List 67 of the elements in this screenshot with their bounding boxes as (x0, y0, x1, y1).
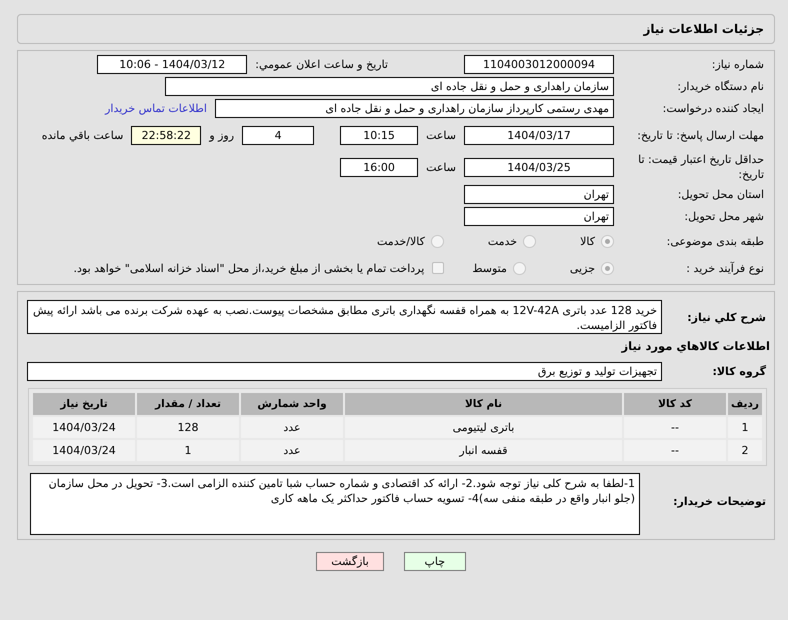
field-label: مهلت ارسال پاسخ: تا تاریخ: (636, 128, 765, 142)
field-label: نام دستگاه خریدار: (676, 79, 765, 94)
back-button[interactable]: بازگشت (316, 552, 384, 571)
field-label: حداقل تاریخ اعتبار قیمت: تا تاریخ: (637, 152, 765, 182)
radio-button[interactable] (601, 262, 614, 274)
radio-button[interactable] (523, 234, 536, 248)
column-header: تعداد / مقدار (137, 393, 239, 415)
field-label: روز و (209, 128, 234, 142)
option-label: خدمت (488, 234, 518, 248)
province-field: تهران (464, 185, 614, 204)
field-label: توضیحات خریدار: (672, 494, 767, 508)
time-field: 16:00 (340, 158, 418, 176)
checkbox[interactable] (432, 262, 444, 274)
table-cell: 1404/03/24 (33, 417, 135, 438)
need-number-field: 1104003012000094 (464, 55, 614, 74)
field-label: شهر محل تحویل: (683, 209, 765, 224)
field-label: شرح کلي نياز: (686, 310, 767, 324)
table-cell: قفسه انبار (345, 440, 622, 461)
field-label: گروه کالا: (711, 365, 767, 378)
table-cell: 1404/03/24 (33, 440, 135, 461)
field-label: تاریخ و ساعت اعلان عمومي: (255, 58, 388, 71)
field-label: شماره نیاز: (710, 57, 765, 72)
option-label: کالا/خدمت (377, 234, 425, 248)
option-label: کالا (580, 234, 595, 248)
field-label: ساعت (426, 160, 456, 174)
table-cell: عدد (241, 440, 343, 461)
table-cell: -- (624, 417, 726, 438)
option-label: جزیی (570, 262, 595, 274)
option-label: متوسط (472, 262, 507, 274)
table-cell: 1 (728, 417, 762, 438)
field-label: استان محل تحویل: (676, 187, 765, 202)
payment-note: پرداخت تمام یا بخشی از مبلغ خرید،از محل "اسناد خزانه اسلامی" خواهد بود. (74, 262, 424, 274)
column-header: تاریخ نیاز (33, 393, 135, 415)
table-cell: 1 (137, 440, 239, 461)
column-header: ردیف (728, 393, 762, 415)
column-header: واحد شمارش (241, 393, 343, 415)
contact-link[interactable]: اطلاعات تماس خریدار (105, 102, 207, 115)
announce-date-field: 1404/03/12 - 10:06 (97, 55, 248, 74)
field-label: ایجاد کننده درخواست: (662, 101, 765, 116)
print-button[interactable]: چاپ (404, 552, 466, 571)
field-label: ساعت (426, 128, 456, 142)
radio-button[interactable] (601, 234, 614, 248)
notes-field[interactable]: 1-لطفا به شرح کلی نیاز توجه شود.2- ارائه کد اقتصادی و شماره حساب شبا تامین کننده الزامی است.3- تحویل در محل سازمان (جلو انبار واقع در طبقه منفی سه)4- تسویه حساب فاکتور حداکثر یک ماهه کاری (30, 473, 640, 535)
field-label: نوع فرآیند خرید : (685, 260, 765, 276)
page-title: جزئیات اطلاعات نیاز (643, 22, 764, 36)
goods-group-field: تجهیزات تولید و توزیع برق (27, 362, 662, 381)
column-header: کد کالا (624, 393, 726, 415)
radio-button[interactable] (430, 234, 444, 248)
table-cell: عدد (241, 417, 343, 438)
date-field: 1404/03/17 (464, 126, 614, 144)
description-field[interactable]: خرید 128 عدد باتری 12V-42A به همراه قفسه نگهداری باتری مطابق مشخصات پیوست.نصب به عهده شرکت برنده می باشد ارائه پیش فاکتور الزامیست. (27, 300, 662, 334)
table-cell: -- (624, 440, 726, 461)
radio-button[interactable] (512, 262, 526, 274)
table-cell: 2 (728, 440, 762, 461)
column-header: نام کالا (345, 393, 622, 415)
date-field: 1404/03/25 (464, 158, 614, 176)
field-label: ساعت باقي مانده (42, 128, 124, 142)
section-title: اطلاعات کالاهاي مورد نياز (620, 338, 770, 355)
table-cell: 128 (137, 417, 239, 438)
requester-field: مهدی رستمی کارپرداز سازمان راهداری و حمل و نقل جاده ای (215, 99, 614, 118)
table-cell: باتری لیتیومی (345, 417, 622, 438)
city-field: تهران (464, 207, 614, 226)
buyer-org-field: سازمان راهداری و حمل و نقل جاده ای (165, 77, 614, 96)
field-label: طبقه بندی موضوعی: (666, 234, 765, 248)
days-field: 4 (242, 126, 314, 144)
remaining-time-field: 22:58:22 (131, 126, 202, 144)
time-field: 10:15 (340, 126, 418, 144)
